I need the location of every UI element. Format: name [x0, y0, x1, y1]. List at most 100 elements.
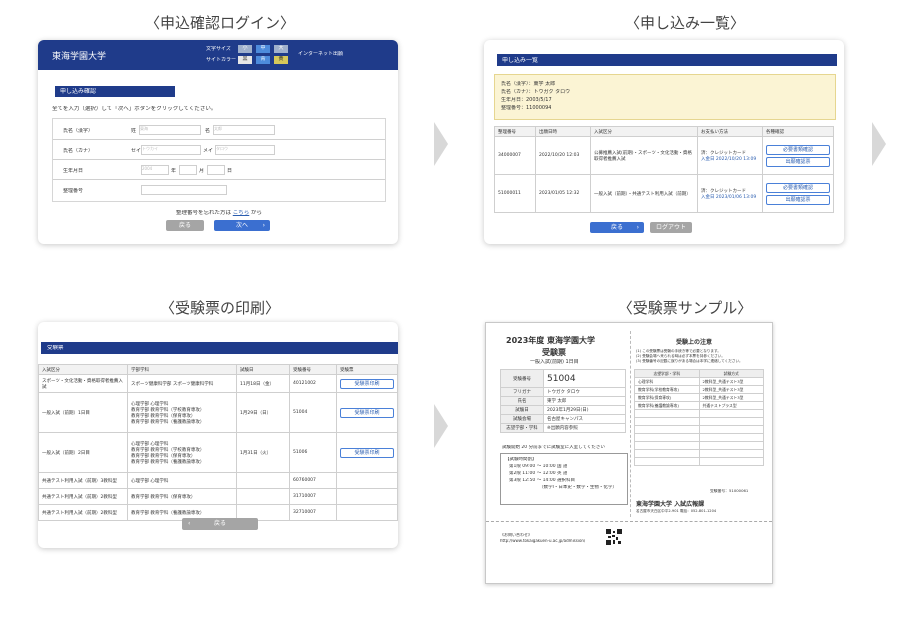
net-application-label: インターネット出願 [298, 51, 344, 57]
table-row: 一般入試（前期）1日目 心理学部 心理学科 教育学部 教育学科（学校教育専攻） … [38, 392, 398, 433]
col-exam: 入試区分 [590, 126, 698, 137]
color-black-button[interactable]: 黒 [238, 56, 252, 64]
method-cell: 共通テストプラス型 [698, 401, 765, 410]
login-header: 東海学園大学 文字サイズ サイトカラー 小 中 大 黒 青 黄 インターネット出… [38, 40, 398, 70]
ticket-subtitle: 一般入試(前期) 1日目 [530, 359, 579, 365]
col-payment: お支払い方法 [697, 126, 763, 137]
sei-label: 姓 [131, 128, 137, 134]
last-name-input[interactable]: 東海 [139, 125, 201, 135]
birth-day-select[interactable] [207, 165, 225, 175]
row-num: 40121002 [289, 374, 337, 393]
font-size-small-button[interactable]: 小 [238, 45, 252, 53]
day-label: 日 [227, 168, 233, 174]
schedule-line: 第1限 09:00 〜 10:00 国 語 [509, 464, 568, 469]
heading-print: 〈受験票の印刷〉 [159, 299, 280, 317]
ticket-number-value: 51004 [543, 369, 626, 388]
ticket-label: フリガナ [500, 387, 544, 397]
list-back-button[interactable]: 戻る › [590, 222, 644, 233]
row-date: 2022/10/20 12:03 [535, 136, 591, 175]
heading-sample: 〈受験票サンプル〉 [617, 299, 753, 317]
cut-line [486, 521, 772, 522]
table-row: 34000007 2022/10/20 12:03 公募推薦入試(前期)・スポー… [494, 136, 834, 175]
method-header: 試験方式 [698, 369, 765, 378]
confirmation-slip-button[interactable]: 出願確認票 [766, 156, 830, 167]
department-table: 志望学部・学科 試験方式 心理学科 2教科型_共通テスト3型 教育学科(学校教育専攻… [634, 369, 765, 466]
application-list-screen: 申し込み一覧 氏名（漢字）：東学 太郎 氏名（カナ）：トウガク タロウ 生年月日… [484, 40, 844, 244]
month-label: 月 [199, 168, 205, 174]
logout-button[interactable]: ログアウト [650, 222, 692, 233]
font-size-label: 文字サイズ [206, 46, 231, 52]
sei-kana-label: セイ [131, 148, 142, 154]
attention-line: (3) 受験番号の記載に誤りがある場合は本学に連絡してください。 [636, 359, 743, 363]
name-kanji-label: 氏名（漢字） [63, 128, 94, 134]
print-title-bar: 受験票 [38, 342, 398, 354]
birthdate-label: 生年月日 [63, 168, 84, 174]
col-exam-date: 試験日 [236, 364, 290, 375]
inquiry-label: 《お問い合わせ》 [500, 533, 532, 537]
login-screen: 東海学園大学 文字サイズ サイトカラー 小 中 大 黒 青 黄 インターネット出… [38, 40, 398, 244]
year-label: 年 [171, 168, 177, 174]
reference-number-input[interactable] [141, 185, 227, 195]
row-actions: 必要書類確認 出願確認票 [762, 174, 834, 213]
print-back-button[interactable]: ‹ 戻る [182, 518, 258, 530]
chevron-right-icon: › [636, 224, 639, 231]
color-blue-button[interactable]: 青 [256, 56, 270, 64]
col-date: 出願日時 [535, 126, 591, 137]
ticket-serial: 受験番号：51000061 [710, 489, 749, 493]
row-number: 51000011 [494, 174, 536, 213]
print-ticket-button[interactable]: 受験票印刷 [340, 407, 394, 418]
birth-month-select[interactable] [179, 165, 197, 175]
back-button[interactable]: 戻る [166, 220, 204, 231]
ticket-label: 受験番号 [500, 369, 544, 388]
row-dept: スポーツ健康科学部 スポーツ健康科学科 [127, 374, 237, 393]
color-yellow-button[interactable]: 黄 [274, 56, 288, 64]
required-docs-button[interactable]: 必要書類確認 [766, 144, 830, 155]
confirmation-slip-button[interactable]: 出願確認票 [766, 194, 830, 205]
dept-cell: 心理学科 [634, 377, 700, 386]
row-exam: 共通テスト利用入試（前期）2教科型 [38, 488, 128, 505]
row-num: 60760007 [289, 472, 337, 489]
ticket-label: 試験会場 [500, 414, 544, 424]
attention-line: (2) 受験会場へ来られる時は必ず本票を持参ください。 [636, 354, 725, 358]
row-num: 32710007 [289, 504, 337, 521]
required-docs-button[interactable]: 必要書類確認 [766, 182, 830, 193]
font-size-large-button[interactable]: 大 [274, 45, 288, 53]
print-ticket-button[interactable]: 受験票印刷 [340, 378, 394, 389]
first-name-input[interactable]: 太郎 [213, 125, 275, 135]
row-date [236, 488, 290, 505]
row-dept: 心理学部 心理学科 [127, 472, 237, 489]
applicant-info-box: 氏名（漢字）：東学 太郎 氏名（カナ）：トウガク タロウ 生年月日：2003/5… [494, 74, 836, 120]
inquiry-url: http://www.tokaigakuen-u.ac.jp/admission… [500, 539, 586, 543]
next-button[interactable]: 次へ › [214, 220, 270, 231]
ticket-vertical-divider [630, 331, 631, 517]
dept-cell: 教育学科(養護教諭専攻) [634, 401, 700, 410]
row-ticket [336, 488, 398, 505]
birth-year-select[interactable]: 2004 [141, 165, 169, 175]
info-birthdate: 生年月日：2003/5/17 [501, 97, 552, 103]
row-exam: 一般入試（前期）・共通テスト利用入試（前期） [590, 174, 698, 213]
row-num: 51004 [289, 392, 337, 433]
row-date: 1月31日（火） [236, 432, 290, 473]
ticket-print-screen: 受験票 入試区分 学部学科 試験日 受験番号 受験票 スポーツ・文化活動・資格取… [38, 322, 398, 548]
ticket-value: ※出願内容参照 [543, 423, 626, 433]
chevron-left-icon: ‹ [188, 520, 191, 527]
row-dept: 心理学部 心理学科 教育学部 教育学科（学校教育専攻） 教育学部 教育学科（保育… [127, 392, 237, 433]
forgot-link[interactable]: こちら [233, 210, 250, 216]
first-name-kana-input[interactable]: タロウ [215, 145, 275, 155]
schedule-box: 【試験時間割】 第1限 09:00 〜 10:00 国 語 第2限 11:00 … [500, 453, 628, 505]
last-name-kana-input[interactable]: トウカイ [141, 145, 201, 155]
row-exam: 一般入試（前期）1日目 [38, 392, 128, 433]
font-size-medium-button[interactable]: 中 [256, 45, 270, 53]
print-ticket-button[interactable]: 受験票印刷 [340, 447, 394, 458]
row-exam: 公募推薦入試(前期)・スポーツ・文化活動・資格取得者推薦入試 [590, 136, 698, 175]
row-dept: 心理学部 心理学科 教育学部 教育学科（学校教育専攻） 教育学部 教育学科（保育… [127, 432, 237, 473]
attention-line: (1) この受験票は受験の手続き等で必要となります。 [636, 349, 721, 353]
row-num: 51006 [289, 432, 337, 473]
table-row: 51000011 2023/01/05 12:32 一般入試（前期）・共通テスト… [494, 174, 834, 213]
row-date: 11月18日（金） [236, 374, 290, 393]
col-exam-number: 受験番号 [289, 364, 337, 375]
method-cell: 2教科型_共通テスト3型 [698, 385, 765, 394]
table-row: 共通テスト利用入試（前期）3教科型 心理学部 心理学科 60760007 [38, 472, 398, 489]
row-exam: スポーツ・文化活動・資格取得者推薦入試 [38, 374, 128, 393]
col-number: 整理番号 [494, 126, 536, 137]
